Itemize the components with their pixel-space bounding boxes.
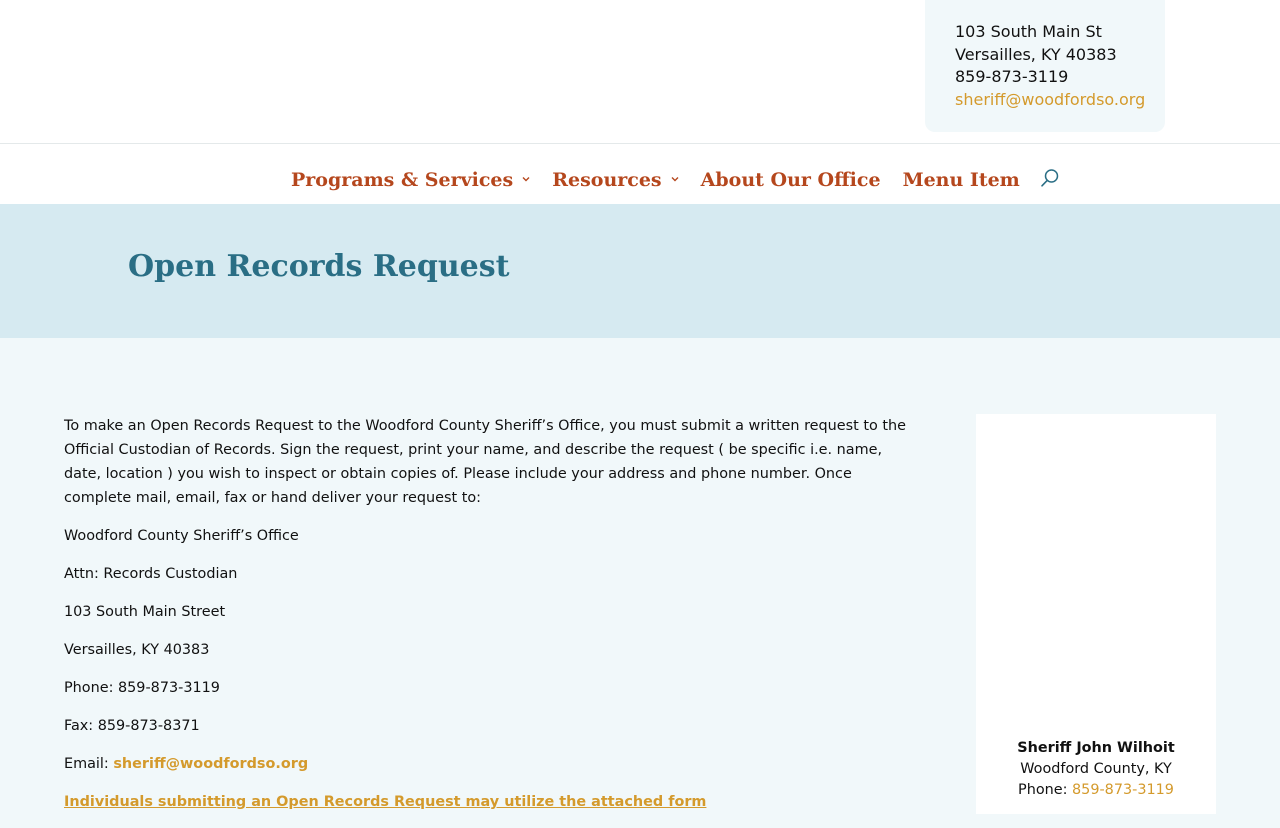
- phone-line: Phone: 859-873-3119: [64, 680, 220, 696]
- attached-form-link[interactable]: Individuals submitting an Open Records R…: [64, 794, 706, 810]
- page-title: Open Records Request: [128, 249, 510, 284]
- sheriff-phone-line: Phone: 859-873-3119: [976, 780, 1216, 801]
- header-address-line2: Versailles, KY 40383: [955, 44, 1117, 64]
- nav-item-label: Resources: [552, 169, 662, 191]
- email-link[interactable]: sheriff@woodfordso.org: [113, 756, 308, 772]
- email-line: Email: sheriff@woodfordso.org: [64, 752, 914, 776]
- office-name: Woodford County Sheriff’s Office: [64, 528, 299, 544]
- header-address-line1: 103 South Main St: [955, 22, 1102, 41]
- main-content: To make an Open Records Request to the W…: [64, 414, 914, 828]
- attn-line: Attn: Records Custodian: [64, 566, 238, 582]
- chevron-down-icon: [671, 177, 679, 182]
- sheriff-location: Woodford County, KY: [1020, 761, 1172, 777]
- city-line: Versailles, KY 40383: [64, 642, 210, 658]
- nav-item-resources[interactable]: Resources: [552, 169, 679, 191]
- main-nav: Programs & Services Resources About Our …: [0, 143, 1280, 204]
- nav-item-programs-services[interactable]: Programs & Services: [291, 169, 530, 191]
- nav-item-about-our-office[interactable]: About Our Office: [701, 169, 881, 191]
- sidebar-card: Sheriff John Wilhoit Woodford County, KY…: [976, 414, 1216, 814]
- search-icon[interactable]: [1040, 168, 1060, 188]
- page-title-banner: Open Records Request: [0, 204, 1280, 338]
- header-contact-box: 103 South Main St Versailles, KY 40383 8…: [925, 0, 1165, 132]
- sheriff-info: Sheriff John Wilhoit Woodford County, KY…: [976, 738, 1216, 801]
- header-email-link[interactable]: sheriff@woodfordso.org: [955, 90, 1145, 109]
- nav-item-menu-item[interactable]: Menu Item: [903, 169, 1020, 191]
- nav-item-label: About Our Office: [700, 169, 881, 191]
- sheriff-phone-label: Phone:: [1018, 782, 1073, 798]
- street-line: 103 South Main Street: [64, 604, 226, 620]
- chevron-down-icon: [522, 177, 530, 182]
- nav-item-label: Programs & Services: [291, 169, 514, 191]
- sheriff-name: Sheriff John Wilhoit: [1017, 740, 1175, 756]
- fax-line: Fax: 859-873-8371: [64, 718, 200, 734]
- site-header: 103 South Main St Versailles, KY 40383 8…: [0, 0, 1280, 143]
- nav-item-label: Menu Item: [902, 169, 1020, 191]
- intro-paragraph: To make an Open Records Request to the W…: [64, 418, 906, 506]
- header-phone[interactable]: 859-873-3119: [955, 66, 1165, 89]
- sheriff-phone-link[interactable]: 859-873-3119: [1072, 782, 1174, 798]
- email-label: Email:: [64, 756, 114, 772]
